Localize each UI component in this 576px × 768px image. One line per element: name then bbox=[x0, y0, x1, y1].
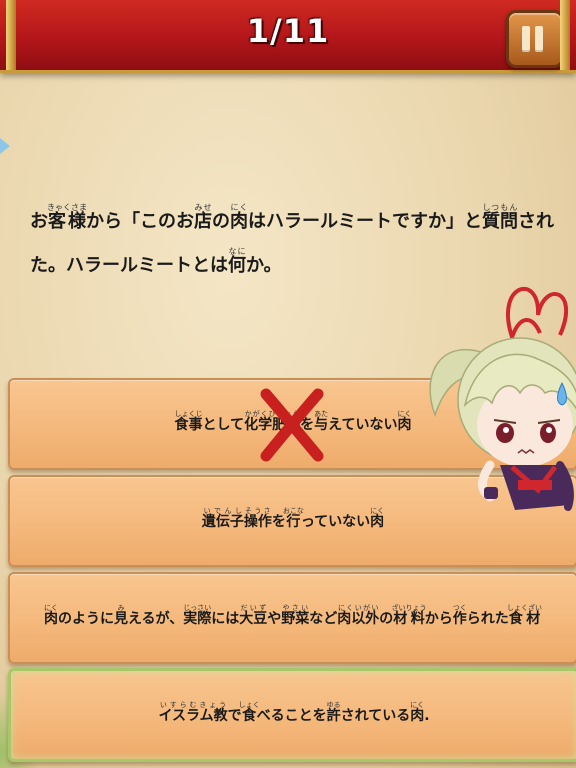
answer-option-3-text: 肉にくのように見みえるが、実際じっさいには大豆だいずや野菜やさいなど肉以外にくい… bbox=[44, 604, 542, 633]
ruby-word: 客様きゃくさま bbox=[47, 203, 87, 232]
text-segment: られた bbox=[466, 610, 509, 627]
ruby-word: 店みせ bbox=[194, 203, 212, 232]
ruby-word: 肉にく bbox=[230, 203, 248, 232]
ruby-word: 野菜やさい bbox=[281, 603, 310, 627]
text-segment: には bbox=[211, 610, 240, 627]
ruby-word: 肉にく bbox=[370, 506, 385, 530]
ruby-word: 肉にく bbox=[43, 603, 58, 627]
pause-button[interactable] bbox=[506, 10, 564, 68]
ruby-word: 肉にく bbox=[410, 700, 425, 724]
text-segment: から bbox=[424, 610, 453, 627]
ruby-word: 操作そうさ bbox=[243, 506, 272, 530]
text-segment: えるが、 bbox=[127, 610, 184, 627]
left-edge-decoration bbox=[0, 138, 10, 154]
text-segment: から「このお bbox=[86, 211, 194, 232]
ruby-word: 作つく bbox=[452, 603, 467, 627]
text-segment: のように bbox=[57, 610, 114, 627]
ruby-word: 行おこな bbox=[282, 506, 304, 530]
ruby-word: イスラム教いすらむきょう bbox=[158, 700, 228, 724]
mascot-character bbox=[429, 286, 576, 511]
ruby-word: 食事しょくじ bbox=[174, 409, 203, 433]
text-segment: お bbox=[30, 211, 48, 232]
ruby-word: 遺伝子いでんし bbox=[201, 506, 244, 530]
ruby-word: 食しょく bbox=[238, 700, 260, 724]
ruby-word: 食材しょくざい bbox=[507, 603, 543, 627]
pause-icon bbox=[522, 26, 530, 52]
top-banner: 1/11 bbox=[0, 0, 576, 73]
ruby-word: 質問しつもん bbox=[482, 203, 518, 232]
ruby-word: 実際じっさい bbox=[183, 603, 212, 627]
text-segment: はハラールミートですか」と bbox=[248, 211, 482, 232]
ruby-word: 許ゆる bbox=[326, 700, 341, 724]
answer-option-3[interactable]: 肉にくのように見みえるが、実際じっさいには大豆だいずや野菜やさいなど肉以外にくい… bbox=[8, 572, 576, 664]
text-segment: っていない bbox=[300, 513, 371, 530]
text-segment: や bbox=[267, 610, 282, 627]
ruby-word: 大豆だいず bbox=[239, 603, 268, 627]
cross-mark-icon bbox=[260, 388, 324, 462]
text-segment: べることを bbox=[256, 707, 327, 724]
ruby-word: 肉以外にくいがい bbox=[337, 603, 380, 627]
question-progress: 1/11 bbox=[246, 12, 330, 50]
answer-option-4-text: イスラム教いすらむきょうで食しょくべることを許ゆるされている肉にく. bbox=[158, 701, 429, 730]
text-segment: の bbox=[212, 211, 230, 232]
answer-option-2-text: 遺伝子いでんし操作そうさを行おこなっていない肉にく bbox=[202, 507, 384, 536]
text-segment: として bbox=[202, 416, 245, 433]
ruby-word: 材料ざいりょう bbox=[391, 603, 427, 627]
text-segment: えていない bbox=[328, 416, 398, 433]
ruby-word: 見み bbox=[113, 603, 128, 627]
text-segment: されている bbox=[340, 707, 411, 724]
text-segment: . bbox=[424, 707, 430, 724]
text-segment: など bbox=[309, 610, 338, 627]
text-segment: か。 bbox=[246, 255, 282, 276]
answer-option-4[interactable]: イスラム教いすらむきょうで食しょくべることを許ゆるされている肉にく. bbox=[8, 668, 576, 762]
ruby-word: 肉にく bbox=[397, 409, 412, 433]
ruby-word: 何なに bbox=[228, 247, 246, 276]
